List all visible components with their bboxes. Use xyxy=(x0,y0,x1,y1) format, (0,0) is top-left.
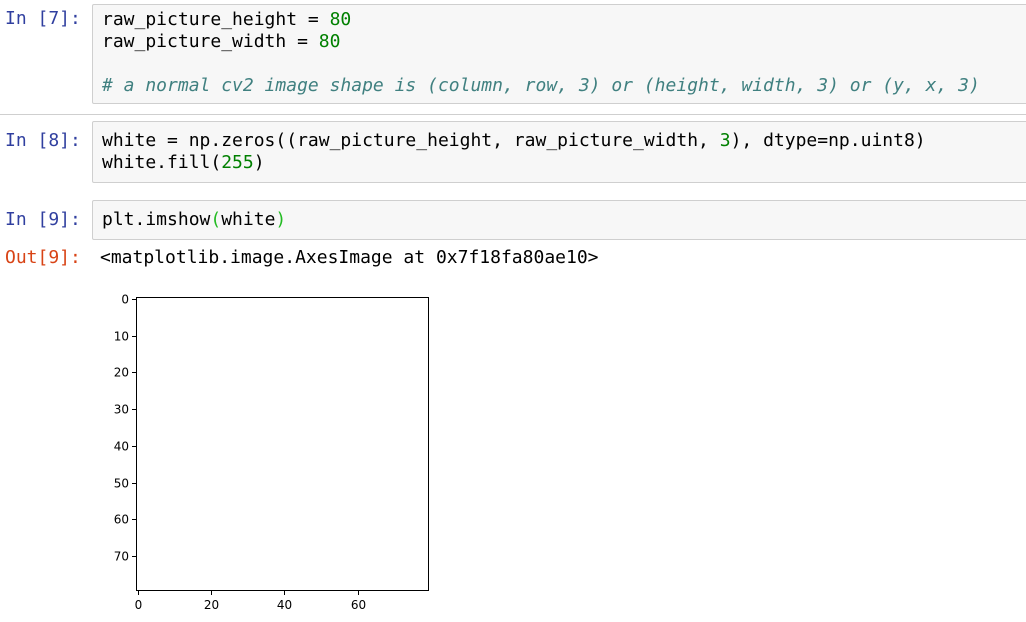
code-line: white = np.zeros((raw_picture_height, ra… xyxy=(102,130,926,151)
code-line: raw_picture_height = 80 xyxy=(102,9,352,30)
x-tick-label: 0 xyxy=(135,598,143,612)
code-line: plt.imshow(white) xyxy=(102,209,287,230)
y-tick-label: 10 xyxy=(114,330,129,344)
cell-9-input[interactable]: plt.imshow(white) xyxy=(92,200,1026,240)
cell-8-input[interactable]: white = np.zeros((raw_picture_height, ra… xyxy=(92,121,1026,183)
y-tick-label: 60 xyxy=(114,513,129,527)
cell-8-prompt: In [8]: xyxy=(5,130,81,151)
y-tick-label: 20 xyxy=(114,366,129,380)
cell-divider xyxy=(0,114,1026,115)
y-tick-label: 70 xyxy=(114,550,129,564)
cell-9-prompt: In [9]: xyxy=(5,209,81,230)
y-tick-label: 50 xyxy=(114,477,129,491)
x-tick-label: 20 xyxy=(204,598,219,612)
image-area xyxy=(136,297,429,591)
x-tick-label: 40 xyxy=(277,598,292,612)
y-tick-label: 40 xyxy=(114,440,129,454)
cell-9-output-prompt: Out[9]: xyxy=(5,247,81,268)
cell-7-prompt: In [7]: xyxy=(5,8,81,29)
y-tick-label: 0 xyxy=(121,293,129,307)
code-comment: # a normal cv2 image shape is (column, r… xyxy=(102,75,980,96)
output-repr: <matplotlib.image.AxesImage at 0x7f18fa8… xyxy=(100,247,599,268)
code-line: white.fill(255) xyxy=(102,152,265,173)
cell-7-input[interactable]: raw_picture_height = 80 raw_picture_widt… xyxy=(92,4,1026,104)
imshow-plot: 0 20 40 60 0 10 20 30 40 50 60 70 xyxy=(114,293,429,612)
x-tick-label: 60 xyxy=(351,598,366,612)
y-tick-label: 30 xyxy=(114,403,129,417)
plot-area: 0 20 40 60 0 10 20 30 40 50 60 70 xyxy=(114,293,429,612)
code-line: raw_picture_width = 80 xyxy=(102,31,341,52)
